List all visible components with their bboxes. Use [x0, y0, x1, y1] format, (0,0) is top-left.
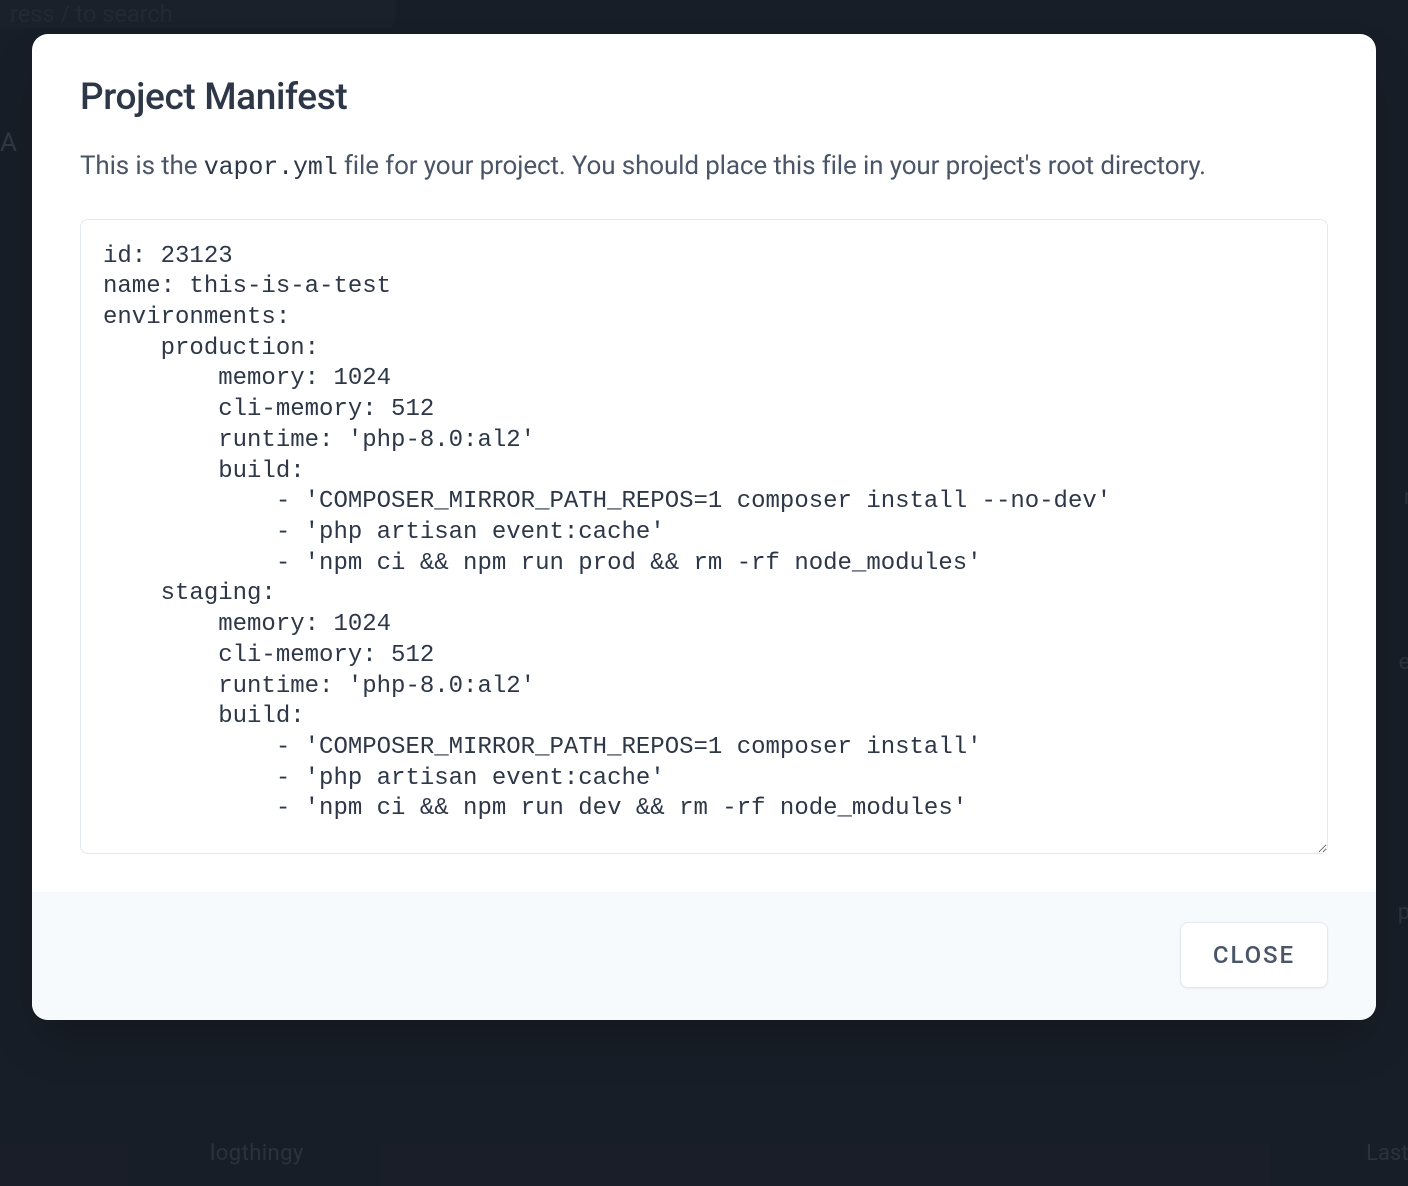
close-button[interactable]: CLOSE	[1180, 922, 1328, 988]
description-suffix: file for your project. You should place …	[338, 151, 1206, 181]
project-manifest-modal: Project Manifest This is the vapor.yml f…	[32, 34, 1376, 1020]
manifest-code-block[interactable]: id: 23123 name: this-is-a-test environme…	[80, 219, 1328, 855]
modal-overlay[interactable]: Project Manifest This is the vapor.yml f…	[0, 0, 1408, 1186]
modal-description: This is the vapor.yml file for your proj…	[80, 147, 1328, 187]
description-filename: vapor.yml	[204, 153, 338, 182]
modal-body: Project Manifest This is the vapor.yml f…	[32, 34, 1376, 892]
description-prefix: This is the	[80, 151, 204, 181]
modal-title: Project Manifest	[80, 76, 1328, 119]
modal-footer: CLOSE	[32, 892, 1376, 1020]
